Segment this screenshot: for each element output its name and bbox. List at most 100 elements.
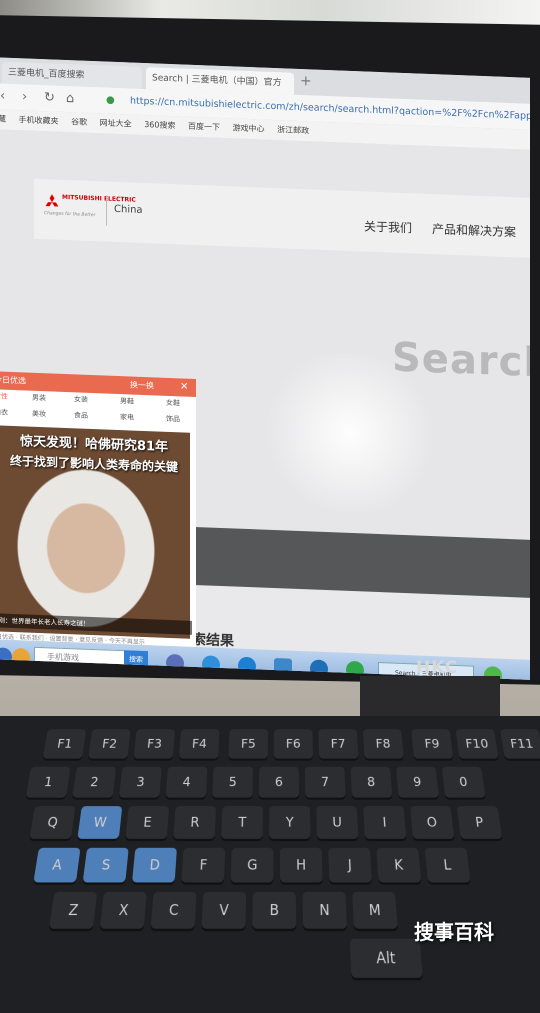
header-divider bbox=[106, 195, 107, 226]
app-icon[interactable] bbox=[12, 647, 30, 667]
bookmark-item[interactable]: 手机收藏夹 bbox=[19, 115, 59, 126]
key[interactable]: P bbox=[456, 806, 503, 839]
key[interactable]: F6 bbox=[273, 729, 313, 759]
key[interactable]: 8 bbox=[350, 766, 393, 798]
key[interactable]: E bbox=[125, 806, 170, 839]
bookmark-item[interactable]: 360搜索 bbox=[144, 120, 175, 130]
refresh-icon[interactable]: ↻ bbox=[44, 90, 55, 105]
search-input[interactable] bbox=[194, 526, 530, 599]
key-w[interactable]: W bbox=[77, 806, 123, 839]
site-header: MITSUBISHI ELECTRIC Changes for the Bett… bbox=[34, 178, 530, 259]
key[interactable]: T bbox=[221, 806, 263, 839]
key[interactable]: Y bbox=[269, 806, 311, 839]
key[interactable]: F9 bbox=[411, 729, 454, 759]
key[interactable]: I bbox=[363, 806, 407, 839]
key[interactable]: 9 bbox=[396, 766, 439, 798]
ie-icon[interactable] bbox=[238, 656, 256, 676]
nav-products-solutions[interactable]: 产品和解决方案 bbox=[432, 220, 516, 240]
key[interactable]: N bbox=[302, 891, 347, 929]
nav-about-us[interactable]: 关于我们 bbox=[364, 217, 412, 236]
key[interactable]: R bbox=[173, 806, 217, 839]
new-tab-button[interactable]: + bbox=[300, 73, 312, 89]
key[interactable]: V bbox=[201, 891, 247, 929]
key[interactable]: 3 bbox=[118, 766, 162, 798]
key[interactable]: C bbox=[150, 891, 197, 929]
category-tab[interactable]: 饰品 bbox=[166, 414, 180, 425]
category-tab[interactable]: 美妆 bbox=[32, 409, 46, 420]
keyboard: F1 F2 F3 F4 F5 F6 F7 F8 F9 F10 F11 1 2 3… bbox=[0, 716, 540, 1013]
category-tab[interactable]: 男装 bbox=[32, 393, 46, 404]
key-alt[interactable]: Alt bbox=[349, 938, 423, 978]
taskbar-search-button[interactable]: 搜索 bbox=[124, 650, 148, 670]
browser-icon[interactable] bbox=[202, 655, 220, 674]
category-tab[interactable]: 食品 bbox=[74, 410, 88, 421]
key[interactable]: O bbox=[410, 806, 455, 839]
key[interactable]: J bbox=[328, 847, 372, 883]
close-icon[interactable]: ✕ bbox=[180, 378, 188, 396]
lock-icon: ● bbox=[106, 94, 115, 106]
key[interactable]: F1 bbox=[42, 729, 87, 759]
key[interactable]: 7 bbox=[304, 766, 346, 798]
key[interactable]: F4 bbox=[178, 729, 220, 759]
logo-tagline: Changes for the Better bbox=[44, 211, 96, 219]
key-s[interactable]: S bbox=[82, 847, 129, 883]
key[interactable]: F10 bbox=[455, 729, 499, 759]
key[interactable]: 1 bbox=[25, 766, 71, 798]
home-icon[interactable]: ⌂ bbox=[66, 91, 74, 106]
key[interactable]: F5 bbox=[228, 729, 268, 759]
category-tab[interactable]: 家电 bbox=[120, 412, 134, 423]
key[interactable]: 2 bbox=[72, 766, 117, 798]
key[interactable]: U bbox=[316, 806, 359, 839]
popup-title: 今日优选 bbox=[0, 375, 26, 386]
folder-icon[interactable] bbox=[274, 658, 292, 677]
key[interactable]: F3 bbox=[133, 729, 175, 759]
key[interactable]: 5 bbox=[212, 766, 254, 798]
category-tab[interactable]: 男鞋 bbox=[120, 396, 134, 407]
key[interactable]: B bbox=[252, 891, 297, 929]
popup-refresh-button[interactable]: 换一换 bbox=[130, 376, 154, 395]
key[interactable]: F2 bbox=[88, 729, 131, 759]
key[interactable]: 4 bbox=[165, 766, 208, 798]
key[interactable]: K bbox=[376, 847, 422, 883]
key[interactable]: Q bbox=[29, 806, 76, 839]
game-controller-icon[interactable] bbox=[166, 653, 184, 673]
bookmark-item[interactable]: 收藏 bbox=[0, 114, 6, 124]
start-icon[interactable] bbox=[0, 647, 12, 666]
key-d[interactable]: D bbox=[132, 847, 177, 883]
logo-text: MITSUBISHI ELECTRIC bbox=[62, 193, 136, 204]
bookmark-item[interactable]: 谷歌 bbox=[71, 117, 87, 127]
ad-popup: 今日优选 换一换 ✕ 女性 男装 女装 男鞋 女鞋 内衣 美妆 食品 家电 饰品… bbox=[0, 371, 196, 648]
page-title: Search bbox=[392, 334, 530, 387]
bookmark-item[interactable]: 游戏中心 bbox=[233, 123, 265, 133]
key[interactable]: F8 bbox=[362, 729, 404, 759]
key[interactable]: L bbox=[424, 847, 471, 883]
forward-icon[interactable]: › bbox=[22, 89, 27, 104]
category-tab[interactable]: 女性 bbox=[0, 391, 8, 402]
key[interactable]: M bbox=[352, 891, 398, 929]
region-label[interactable]: China bbox=[114, 204, 143, 216]
key[interactable]: X bbox=[99, 891, 147, 929]
monitor-brand: HKC bbox=[416, 658, 459, 678]
bookmark-item[interactable]: 百度一下 bbox=[188, 122, 220, 132]
monitor-screen: 三菱电机_百度搜索 Search | 三菱电机（中国）官方 + ‹ › ↻ ⌂ … bbox=[0, 57, 530, 680]
sogou-icon[interactable] bbox=[310, 659, 328, 679]
key-a[interactable]: A bbox=[33, 847, 81, 883]
key[interactable]: F bbox=[181, 847, 226, 883]
key[interactable]: 6 bbox=[258, 766, 300, 798]
popup-categories: 女性 男装 女装 男鞋 女鞋 内衣 美妆 食品 家电 饰品 bbox=[0, 389, 196, 431]
key[interactable]: 0 bbox=[441, 766, 486, 798]
key[interactable]: H bbox=[280, 847, 323, 883]
bookmark-item[interactable]: 浙江邮政 bbox=[277, 125, 309, 135]
bookmark-item[interactable]: 网址大全 bbox=[100, 118, 132, 128]
key[interactable]: F11 bbox=[500, 729, 540, 759]
category-tab[interactable]: 女鞋 bbox=[166, 398, 180, 409]
key[interactable]: Z bbox=[49, 891, 98, 929]
category-tab[interactable]: 内衣 bbox=[0, 407, 8, 418]
back-icon[interactable]: ‹ bbox=[0, 88, 5, 103]
mitsubishi-logo-icon[interactable] bbox=[44, 193, 60, 210]
key[interactable]: F7 bbox=[318, 729, 359, 759]
watermark: 搜事百科 bbox=[414, 920, 494, 944]
monitor: 三菱电机_百度搜索 Search | 三菱电机（中国）官方 + ‹ › ↻ ⌂ … bbox=[0, 15, 540, 685]
key[interactable]: G bbox=[230, 847, 274, 883]
category-tab[interactable]: 女装 bbox=[74, 394, 88, 405]
